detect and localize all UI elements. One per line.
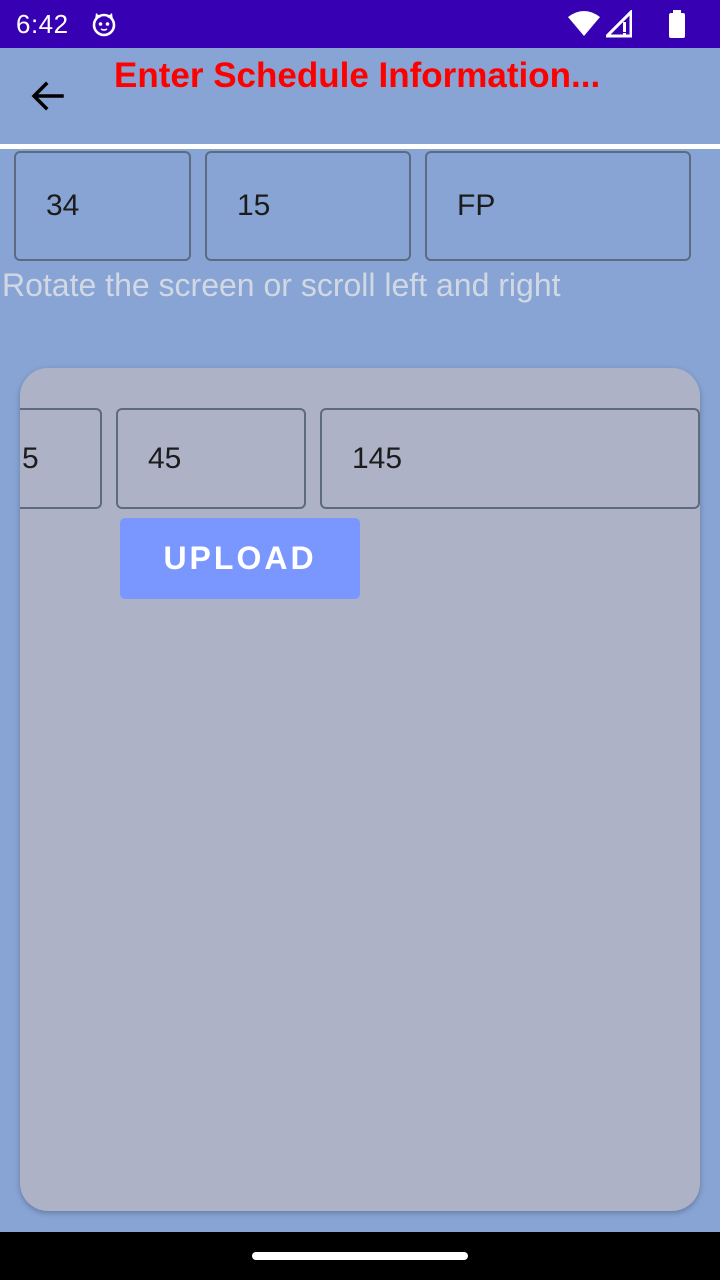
battery-icon [669, 10, 685, 38]
home-indicator[interactable] [252, 1252, 468, 1260]
app-bar: Enter Schedule Information... [0, 48, 720, 144]
page-title: Enter Schedule Information... [114, 56, 601, 95]
arrow-left-icon [31, 81, 64, 111]
status-bar: 6:42 [0, 0, 720, 48]
navigation-bar [0, 1232, 720, 1280]
upload-button[interactable]: UPLOAD [120, 518, 360, 599]
signal-icon [606, 10, 632, 38]
schedule-card[interactable]: 5 45 145 UPLOAD [20, 368, 700, 1211]
card-input-field-2[interactable]: 45 [116, 408, 306, 509]
input-field-1[interactable]: 34 [14, 151, 191, 261]
cat-icon [91, 11, 117, 37]
divider [0, 144, 720, 149]
wifi-icon [568, 11, 600, 36]
status-time: 6:42 [16, 9, 69, 39]
back-button[interactable] [24, 72, 72, 120]
card-input-field-1[interactable]: 5 [20, 408, 102, 509]
scroll-hint: Rotate the screen or scroll left and rig… [2, 267, 561, 303]
input-field-2[interactable]: 15 [205, 151, 411, 261]
input-field-3[interactable]: FP [425, 151, 691, 261]
card-input-field-3[interactable]: 145 [320, 408, 700, 509]
